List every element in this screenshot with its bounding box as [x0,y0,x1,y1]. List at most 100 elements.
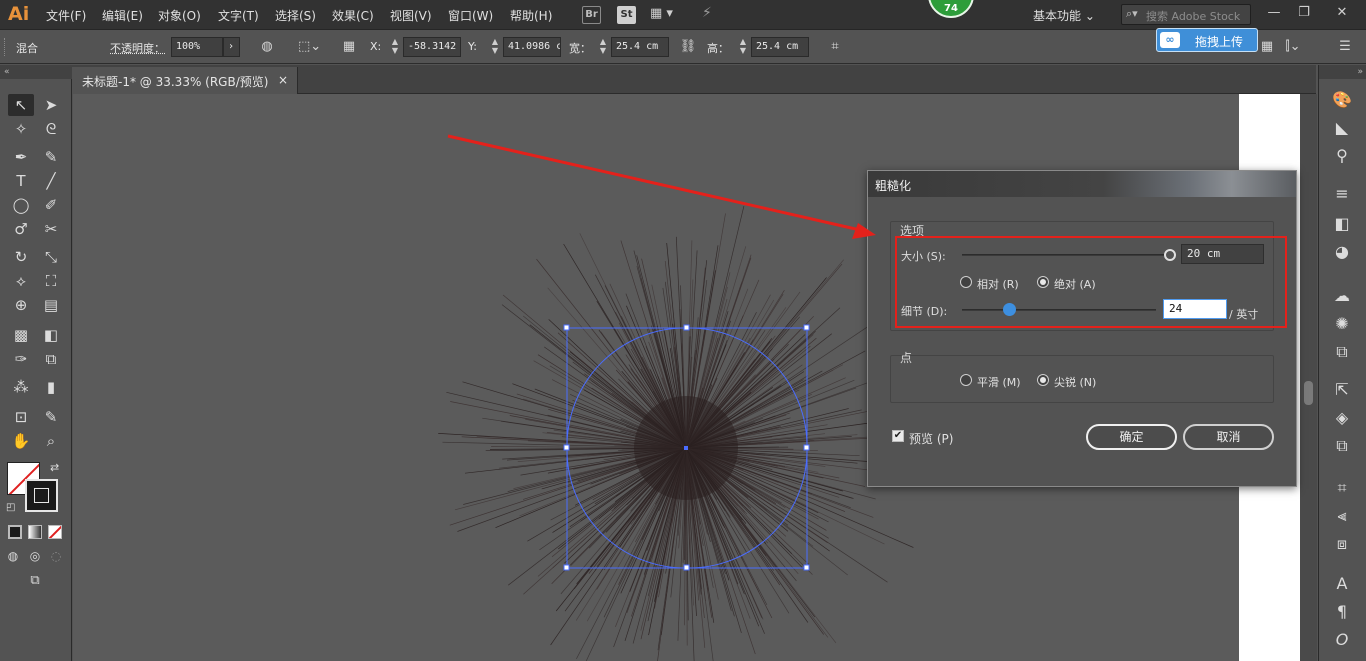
recolor-artwork-icon[interactable]: ◍ [258,39,276,55]
handle-top-left[interactable] [563,324,570,331]
line-tool-icon[interactable]: ╱ [38,170,64,192]
smooth-label[interactable]: 平滑 (M) [977,374,1021,390]
dock-collapse-icon[interactable]: » [1319,65,1366,79]
menu-help[interactable]: 帮助(H) [510,7,552,24]
artboard-tool-icon[interactable]: ⊡ [8,406,34,428]
paragraph-panel-icon[interactable]: ¶ [1329,601,1355,623]
close-tab-icon[interactable]: × [278,73,288,87]
handle-top-right[interactable] [803,324,810,331]
tools-collapse-icon[interactable]: « [0,65,72,79]
gradient-mode-icon[interactable] [28,525,42,539]
color-guide-icon[interactable]: ◣ [1329,117,1355,139]
perspective-grid-tool-icon[interactable]: ▤ [38,294,64,316]
opacity-field[interactable]: 100% [171,37,223,57]
layers-panel-icon[interactable]: ◈ [1329,407,1355,429]
width-field[interactable]: 25.4 cm [611,37,669,57]
draw-inside-icon[interactable]: ◌ [46,545,66,567]
panel-options-icon[interactable]: ⫿⌄ [1284,39,1302,55]
workspace-switcher[interactable]: 基本功能 ⌄ [1033,7,1095,24]
none-mode-icon[interactable] [48,525,62,539]
align-panel-icon[interactable]: ⫷ [1329,505,1355,527]
detail-slider-track[interactable] [962,309,1156,311]
transform-icon[interactable]: ⌗ [826,39,844,55]
free-transform-tool-icon[interactable]: ⛶ [38,270,64,292]
paintbrush-tool-icon[interactable]: ✐ [38,194,64,216]
smooth-radio[interactable] [960,374,972,386]
reference-point-icon[interactable]: ▦ [340,39,358,55]
appearance-panel-icon[interactable]: ✺ [1329,313,1355,335]
arrange-documents-icon[interactable]: ▦ ▾ [650,6,680,24]
gpu-performance-icon[interactable]: ⚡ [702,5,724,25]
stock-icon[interactable]: St [617,6,636,24]
handle-right[interactable] [803,444,810,451]
draw-behind-icon[interactable]: ◎ [25,545,45,567]
menu-edit[interactable]: 编辑(E) [102,7,143,24]
character-panel-icon[interactable]: A [1329,573,1355,595]
document-tab[interactable]: 未标题-1* @ 33.33% (RGB/预览) × [72,67,298,94]
menu-file[interactable]: 文件(F) [46,7,86,24]
preview-checkbox[interactable]: ✔ [892,430,904,442]
distribute-icon[interactable]: ▦ [1258,39,1276,55]
size-input[interactable]: 20 cm [1181,244,1264,264]
type-tool-icon[interactable]: T [8,170,34,192]
ok-button[interactable]: 确定 [1086,424,1177,450]
relative-radio[interactable] [960,276,972,288]
menu-view[interactable]: 视图(V) [390,7,432,24]
pen-tool-icon[interactable]: ✒ [8,146,34,168]
x-field[interactable]: -58.3142 [403,37,461,57]
sharp-label[interactable]: 尖锐 (N) [1054,374,1096,390]
minimize-icon[interactable]: — [1262,3,1286,23]
mesh-tool-icon[interactable]: ▩ [8,324,34,346]
color-mode-icon[interactable] [8,525,22,539]
default-colors-icon[interactable]: ◰ [6,502,15,513]
recolor-icon[interactable]: ⚲ [1329,145,1355,167]
menu-window[interactable]: 窗口(W) [448,7,493,24]
opentype-panel-icon[interactable]: O [1329,629,1355,651]
sharp-radio[interactable] [1037,374,1049,386]
notification-badge[interactable]: 74 [928,0,974,18]
size-slider-thumb[interactable] [1164,249,1176,261]
artboards-panel-icon[interactable]: ⧉ [1329,435,1355,457]
lasso-tool-icon[interactable]: ᘓ [38,118,64,140]
width-tool-icon[interactable]: ⟡ [8,270,34,292]
y-stepper[interactable]: ▲ ▼ [489,37,501,57]
vertical-scrollbar[interactable] [1300,94,1317,661]
gradient-panel-icon[interactable]: ◧ [1329,213,1355,235]
close-icon[interactable]: ✕ [1330,3,1354,23]
rotate-tool-icon[interactable]: ↻ [8,246,34,268]
slice-tool-icon[interactable]: ✎ [38,406,64,428]
link-proportions-icon[interactable]: ⛓ [679,39,697,55]
cancel-button[interactable]: 取消 [1183,424,1274,450]
stock-search-input[interactable]: ⌕▾ 搜索 Adobe Stock [1121,4,1251,25]
dialog-titlebar[interactable]: 粗糙化 [868,171,1296,197]
detail-input[interactable]: 24 [1163,299,1227,319]
blend-tool-icon[interactable]: ⧉ [38,348,64,370]
shaper-tool-icon[interactable]: ♂ [8,218,34,240]
color-panel-icon[interactable]: 🎨 [1329,89,1355,111]
relative-label[interactable]: 相对 (R) [977,276,1019,292]
transform-panel-icon[interactable]: ⌗ [1329,477,1355,499]
swap-fill-stroke-icon[interactable]: ⇄ [50,461,59,474]
menu-object[interactable]: 对象(O) [158,7,201,24]
selection-tool-icon[interactable]: ↖ [8,94,34,116]
transparency-panel-icon[interactable]: ◕ [1329,241,1355,263]
preview-label[interactable]: 预览 (P) [909,430,953,447]
height-field[interactable]: 25.4 cm [751,37,809,57]
export-panel-icon[interactable]: ⇱ [1329,379,1355,401]
width-stepper[interactable]: ▲ ▼ [597,37,609,57]
upload-button[interactable]: ∞ 拖拽上传 [1156,28,1258,52]
pathfinder-panel-icon[interactable]: ⧈ [1329,533,1355,555]
control-bar-grip[interactable] [4,38,7,56]
menu-type[interactable]: 文字(T) [218,7,259,24]
screen-mode-icon[interactable]: ⧉ [22,570,48,592]
scale-tool-icon[interactable]: ⤡ [38,246,64,268]
eyedropper-tool-icon[interactable]: ✑ [8,348,34,370]
shape-builder-tool-icon[interactable]: ⊕ [8,294,34,316]
menu-effect[interactable]: 效果(C) [332,7,374,24]
gradient-tool-icon[interactable]: ◧ [38,324,64,346]
height-stepper[interactable]: ▲ ▼ [737,37,749,57]
graphic-styles-icon[interactable]: ⧉ [1329,341,1355,363]
bridge-icon[interactable]: Br [582,6,601,24]
control-menu-icon[interactable]: ☰ [1336,39,1354,55]
size-slider-track[interactable] [962,254,1168,256]
